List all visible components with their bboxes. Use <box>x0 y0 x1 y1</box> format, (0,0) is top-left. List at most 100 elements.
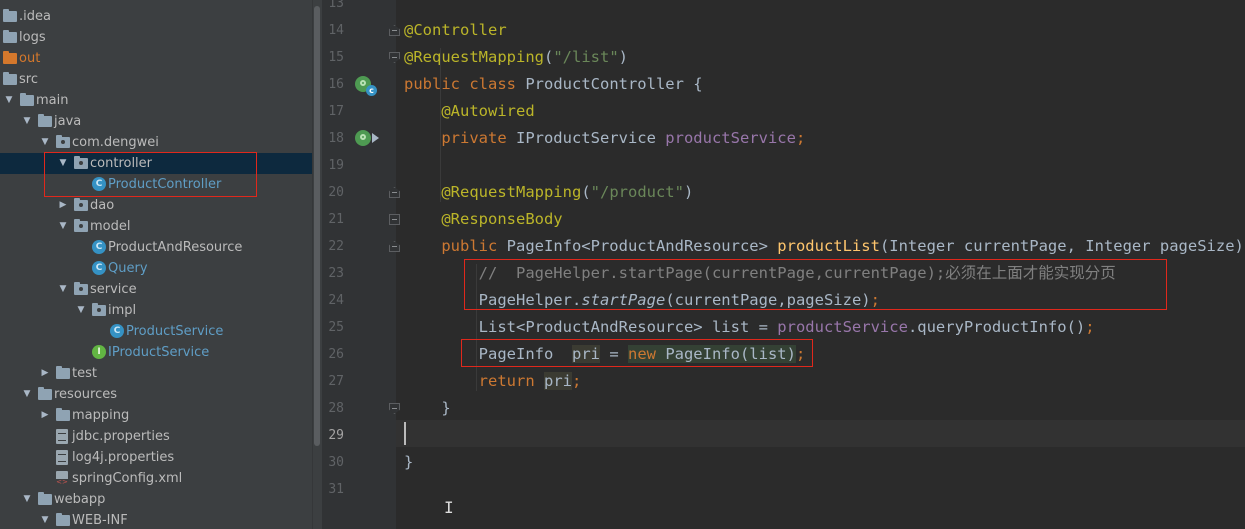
code-token: "/list" <box>553 48 619 66</box>
tree-item[interactable]: ▶ test <box>0 363 312 384</box>
code-line: public PageInfo<ProductAndResource> prod… <box>404 233 1245 260</box>
tree-item[interactable]: ▼ model <box>0 216 312 237</box>
tree-item[interactable]: C Query <box>0 258 312 279</box>
code-line: @RequestMapping("/product") <box>404 179 693 206</box>
code-token: public <box>441 237 507 255</box>
code-token: } <box>404 453 414 471</box>
tree-item[interactable]: ▼ service <box>0 279 312 300</box>
folder-icon <box>3 9 17 22</box>
tree-item-label: out <box>19 51 41 66</box>
tree-item[interactable]: ▼ webapp <box>0 489 312 510</box>
tree-item[interactable]: springConfig.xml <box>0 468 312 489</box>
code-line: @ResponseBody <box>404 206 562 233</box>
mouse-ibeam-cursor: I <box>444 498 454 517</box>
code-token: ; <box>571 372 582 390</box>
line-number: 17 <box>328 104 344 119</box>
tree-item-label: java <box>54 114 82 129</box>
tree-item[interactable]: .idea <box>0 6 312 27</box>
code-token: @RequestMapping <box>404 48 544 66</box>
class-icon: C <box>92 261 106 275</box>
line-number: 31 <box>328 482 344 497</box>
tree-item-label: log4j.properties <box>72 450 175 465</box>
highlight-annotation-box <box>44 152 257 197</box>
tree-item-label: jdbc.properties <box>72 429 170 444</box>
tree-item-label: com.dengwei <box>72 135 159 150</box>
tree-item[interactable]: ▶ mapping <box>0 405 312 426</box>
code-line: } <box>404 449 413 476</box>
folder-icon <box>56 513 70 526</box>
expanded-arrow-icon[interactable]: ▼ <box>22 111 32 132</box>
expanded-arrow-icon[interactable]: ▼ <box>40 510 50 529</box>
line-number: 22 <box>328 239 344 254</box>
expanded-arrow-icon[interactable]: ▼ <box>58 279 68 300</box>
tree-item-label: dao <box>90 198 115 213</box>
xml-file-icon <box>56 471 68 486</box>
tree-item[interactable]: I IProductService <box>0 342 312 363</box>
line-number: 16 <box>328 77 344 92</box>
expanded-arrow-icon[interactable]: ▼ <box>22 384 32 405</box>
tree-item-label: mapping <box>72 408 130 423</box>
code-token: ) <box>618 48 628 66</box>
tree-item[interactable]: jdbc.properties <box>0 426 312 447</box>
tree-item[interactable]: ▶ dao <box>0 195 312 216</box>
fold-marker-icon[interactable] <box>389 214 400 225</box>
spring-bean-class-icon[interactable]: c <box>355 76 377 96</box>
code-line: return pri; <box>404 368 581 395</box>
line-number: 24 <box>328 293 344 308</box>
tree-item[interactable]: ▼ resources <box>0 384 312 405</box>
code-line: @Controller <box>404 17 507 44</box>
tree-item[interactable]: out <box>0 48 312 69</box>
class-icon: C <box>110 324 124 338</box>
code-line: } <box>404 395 451 422</box>
tree-item[interactable]: C ProductAndResource <box>0 237 312 258</box>
tree-item-label: src <box>19 72 38 87</box>
tree-item[interactable]: ▼ main <box>0 90 312 111</box>
collapsed-arrow-icon[interactable]: ▶ <box>40 405 50 426</box>
tree-item[interactable]: ▼ java <box>0 111 312 132</box>
expanded-arrow-icon[interactable]: ▼ <box>40 132 50 153</box>
tree-item-label: main <box>36 93 69 108</box>
tree-item-label: IProductService <box>108 345 210 360</box>
code-token: List<ProductAndResource> list = <box>404 318 778 336</box>
project-tree-panel: .idea logs out src ▼ main ▼ java ▼ com.dengwei ▼ co… <box>0 0 322 529</box>
folder-icon <box>20 93 34 106</box>
tree-item-label: Query <box>108 261 148 276</box>
source-folder-icon <box>38 114 52 127</box>
package-icon <box>92 303 106 316</box>
tree-item-label: webapp <box>54 492 106 507</box>
tree-item[interactable]: ▼ WEB-INF <box>0 510 312 529</box>
expanded-arrow-icon[interactable]: ▼ <box>4 90 14 111</box>
resources-folder-icon <box>38 387 52 400</box>
tree-item[interactable]: C ProductService <box>0 321 312 342</box>
code-token: ( <box>581 183 591 201</box>
line-number: 19 <box>328 158 344 173</box>
tree-item[interactable]: src <box>0 69 312 90</box>
project-tree-scroll-thumb[interactable] <box>314 6 320 446</box>
tree-item[interactable]: log4j.properties <box>0 447 312 468</box>
code-line: private IProductService productService; <box>404 125 805 152</box>
collapsed-arrow-icon[interactable]: ▶ <box>58 195 68 216</box>
line-number: 14 <box>328 23 344 38</box>
code-line: @RequestMapping("/list") <box>404 44 628 71</box>
code-token: (Integer currentPage, Integer pageSize){ <box>879 237 1245 255</box>
code-token: @Autowired <box>441 102 535 120</box>
expanded-arrow-icon[interactable]: ▼ <box>22 489 32 510</box>
folder-orange-icon <box>3 51 17 64</box>
code-token: @Controller <box>404 21 507 39</box>
tree-item-label: test <box>72 366 97 381</box>
expanded-arrow-icon[interactable]: ▼ <box>76 300 86 321</box>
code-token: return <box>478 372 544 390</box>
indent-guide <box>440 48 441 202</box>
expanded-arrow-icon[interactable]: ▼ <box>58 216 68 237</box>
tree-item[interactable]: logs <box>0 27 312 48</box>
tree-item[interactable]: ▼ impl <box>0 300 312 321</box>
code-token: @RequestMapping <box>441 183 582 201</box>
collapsed-arrow-icon[interactable]: ▶ <box>40 363 50 384</box>
tree-item[interactable]: ▼ com.dengwei <box>0 132 312 153</box>
code-token: } <box>404 399 451 417</box>
tree-item-label: impl <box>108 303 137 318</box>
spring-autowire-nav-icon[interactable] <box>355 130 379 146</box>
